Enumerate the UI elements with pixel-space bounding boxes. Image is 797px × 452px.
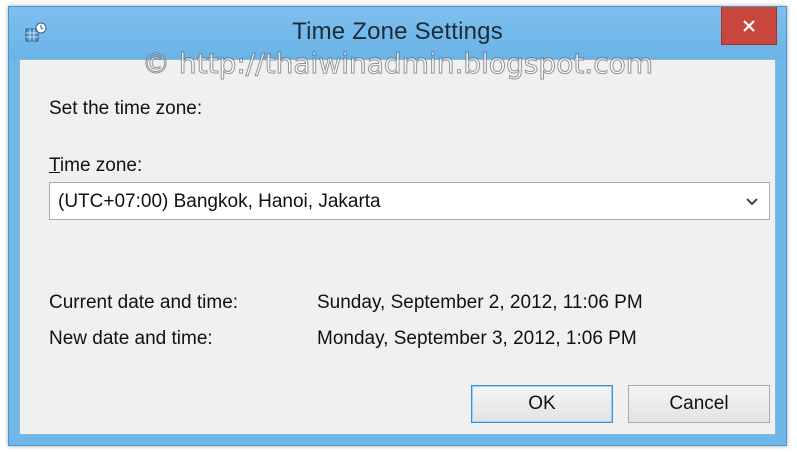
time-zone-label-accelerator: T bbox=[49, 155, 60, 176]
dialog-body: Set the time zone: Time zone: (UTC+07:00… bbox=[19, 59, 776, 435]
cancel-button[interactable]: Cancel bbox=[628, 385, 770, 423]
new-date-time-value: Monday, September 3, 2012, 1:06 PM bbox=[317, 328, 637, 349]
set-time-zone-label: Set the time zone: bbox=[49, 98, 203, 119]
new-date-time-label: New date and time: bbox=[49, 328, 213, 349]
time-zone-settings-dialog: Time Zone Settings Set the time zone: Ti… bbox=[8, 6, 787, 446]
close-button[interactable] bbox=[721, 7, 777, 45]
current-date-time-label: Current date and time: bbox=[49, 292, 239, 313]
close-icon bbox=[743, 19, 755, 32]
time-zone-dropdown-value: (UTC+07:00) Bangkok, Hanoi, Jakarta bbox=[58, 191, 381, 212]
chevron-down-icon[interactable] bbox=[745, 194, 759, 208]
time-zone-label: Time zone: bbox=[49, 155, 142, 177]
ok-button[interactable]: OK bbox=[471, 385, 613, 423]
watermark-text: © http://thaiwinadmin.blogspot.com bbox=[141, 47, 654, 81]
current-date-time-value: Sunday, September 2, 2012, 11:06 PM bbox=[317, 292, 643, 313]
time-zone-dropdown[interactable]: (UTC+07:00) Bangkok, Hanoi, Jakarta bbox=[49, 182, 770, 220]
time-zone-label-text: ime zone: bbox=[59, 155, 143, 176]
window-title: Time Zone Settings bbox=[292, 18, 503, 45]
